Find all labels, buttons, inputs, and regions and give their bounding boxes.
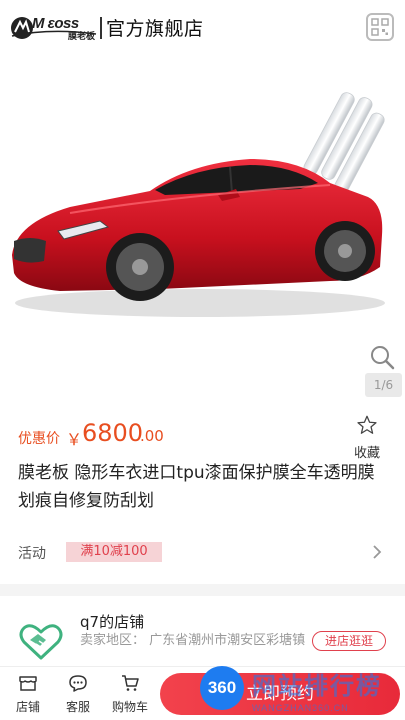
store-location: 卖家地区： 广东省潮州市潮安区彩塘镇: [80, 633, 306, 648]
visit-store-button[interactable]: 进店逛逛: [312, 631, 386, 651]
store-icon: [19, 676, 37, 691]
promotion-badge: 满10减100: [66, 542, 162, 562]
book-now-button[interactable]: 立即预约: [160, 673, 400, 715]
nav-store[interactable]: 店铺: [6, 673, 50, 715]
gallery-page-indicator: 1/6: [365, 373, 402, 397]
promotion-label: 活动: [18, 546, 46, 562]
star-icon: [357, 415, 377, 434]
handshake-heart-icon: [19, 624, 63, 660]
nav-service[interactable]: 客服: [56, 673, 100, 715]
search-icon: [371, 346, 395, 370]
nav-cart-label: 购物车: [111, 700, 148, 714]
price-decimal: .00: [140, 427, 164, 445]
product-title: 膜老板 隐形车衣进口tpu漆面保护膜全车透明膜划痕自修复防刮划: [18, 463, 375, 511]
favorite-button[interactable]: 收藏: [350, 414, 384, 461]
section-divider: [0, 584, 405, 596]
store-card[interactable]: q7的店铺 卖家地区： 广东省潮州市潮安区彩塘镇 进店逛逛: [0, 596, 405, 666]
price-currency: ￥: [66, 430, 83, 449]
qr-code-icon: [371, 18, 389, 36]
product-car-image: [12, 92, 385, 317]
chevron-right-icon: [373, 545, 382, 559]
price-integer: 6800: [82, 419, 144, 447]
nav-cart[interactable]: 购物车: [106, 673, 154, 715]
price-label: 优惠价: [18, 431, 60, 447]
header: M ɛoss 膜老板 官方旗舰店: [0, 0, 405, 55]
store-name: q7的店铺: [80, 613, 145, 631]
nav-store-label: 店铺: [15, 700, 40, 714]
price-row: 优惠价 ￥ 6800 .00 收藏: [0, 412, 405, 461]
brand-logo[interactable]: M ɛoss 膜老板: [10, 14, 98, 42]
qr-code-button[interactable]: [366, 13, 394, 41]
chat-icon: [69, 675, 87, 692]
bottom-action-bar: 店铺 客服 购物车 立即预约: [0, 666, 405, 720]
logo-subtext: 膜老板: [68, 32, 96, 42]
nav-service-label: 客服: [65, 700, 90, 714]
product-image-gallery[interactable]: 1/6: [0, 55, 405, 405]
promotion-row[interactable]: 活动 满10减100: [0, 535, 405, 569]
header-divider: [100, 17, 102, 39]
zoom-button[interactable]: [368, 343, 400, 375]
cart-icon: [122, 675, 139, 691]
store-title: 官方旗舰店: [106, 18, 204, 40]
